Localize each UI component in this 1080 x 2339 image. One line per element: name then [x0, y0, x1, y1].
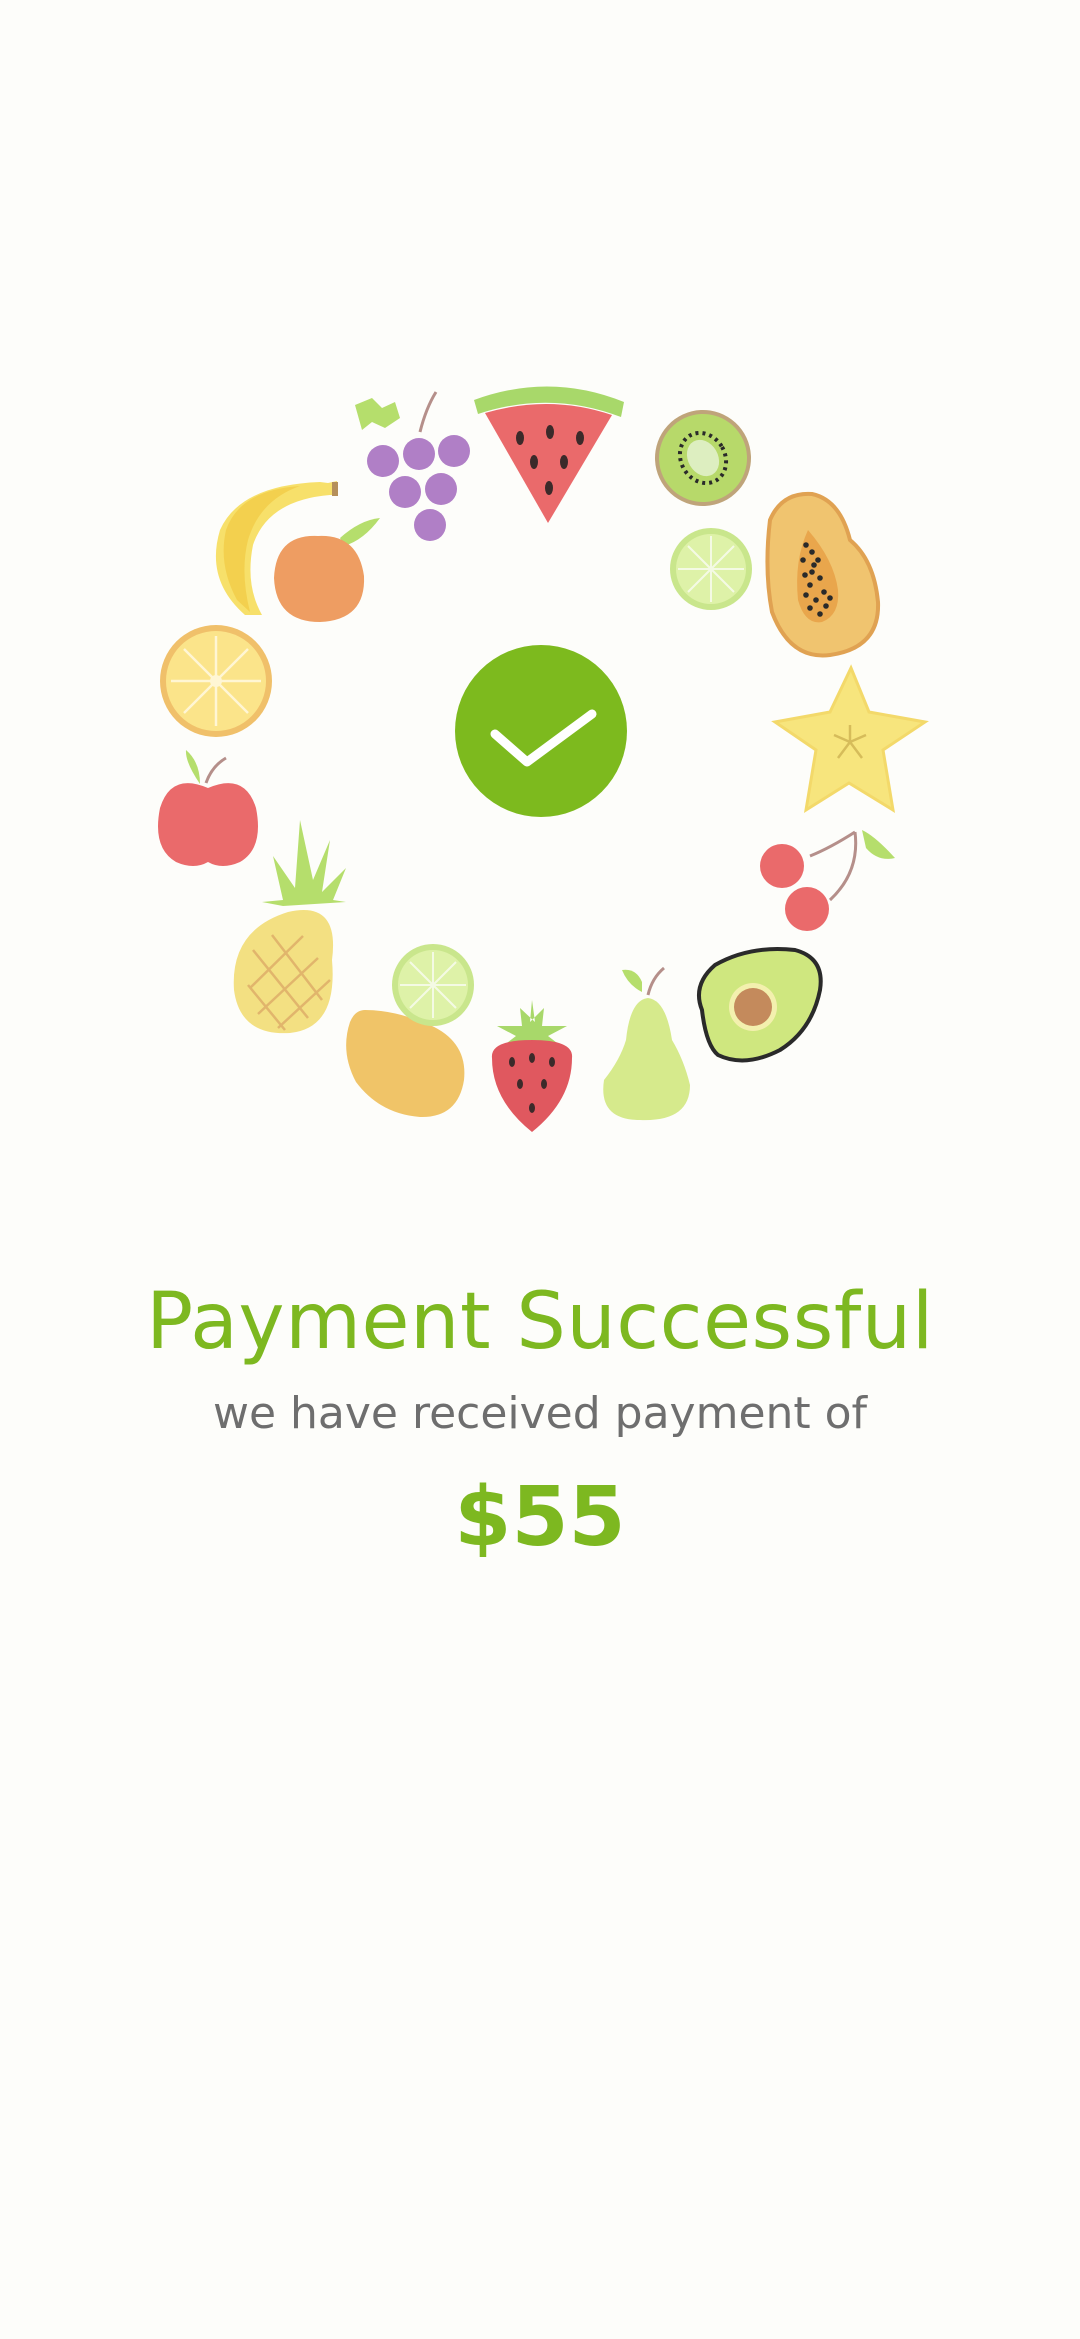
watermelon-icon	[474, 386, 624, 523]
apple-icon	[158, 750, 258, 866]
grapes-icon	[355, 391, 470, 541]
lime-slice-icon	[392, 944, 474, 1026]
kiwi-icon	[655, 410, 751, 506]
payment-status-message: we have received payment of	[212, 1388, 868, 1439]
payment-status-title: Payment Successful	[146, 1277, 934, 1367]
mango-icon	[346, 1010, 465, 1118]
payment-success-screen: Payment Successful we have received paym…	[0, 0, 1080, 2339]
starfruit-icon	[771, 664, 929, 814]
papaya-icon	[765, 491, 881, 658]
pear-icon	[603, 966, 690, 1121]
lime-slice-icon	[670, 528, 752, 610]
avocado-icon	[697, 947, 823, 1063]
payment-amount: $55	[454, 1470, 626, 1565]
strawberry-icon	[491, 1000, 573, 1132]
cherries-icon	[760, 830, 895, 931]
success-check-badge	[455, 645, 627, 817]
peach-icon	[274, 518, 380, 622]
lemon-slice-icon	[160, 625, 272, 737]
fruit-ring-illustration	[0, 0, 1080, 1200]
